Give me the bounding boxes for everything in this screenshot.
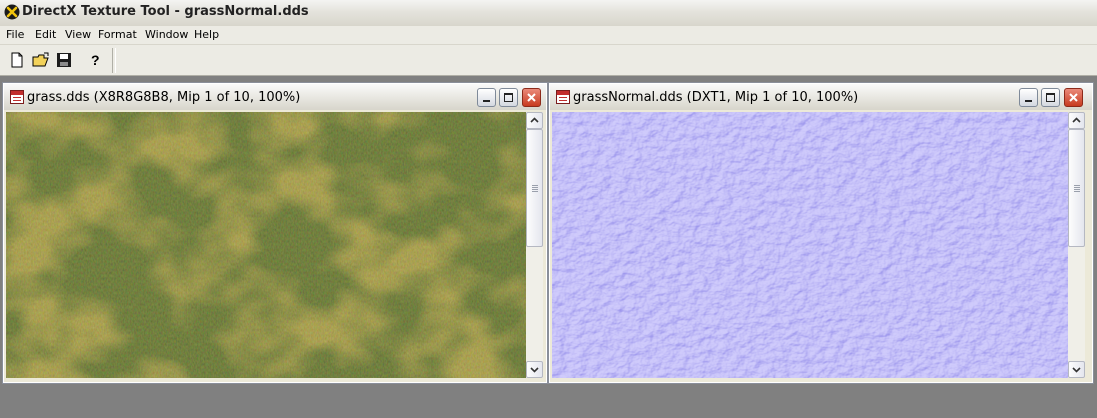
vertical-scrollbar[interactable] bbox=[1068, 112, 1085, 378]
close-icon bbox=[527, 93, 536, 102]
menu-help[interactable]: Help bbox=[194, 28, 219, 41]
grass-texture-image bbox=[6, 112, 526, 378]
maximize-button[interactable] bbox=[1041, 88, 1060, 107]
app-title-bar[interactable]: DirectX Texture Tool - grassNormal.dds bbox=[0, 0, 1097, 27]
new-icon[interactable] bbox=[8, 51, 26, 69]
document-title-bar[interactable]: grass.dds (X8R8G8B8, Mip 1 of 10, 100%) bbox=[4, 84, 546, 110]
svg-text:?: ? bbox=[91, 52, 100, 68]
scroll-up-button[interactable] bbox=[1068, 112, 1085, 129]
close-button[interactable] bbox=[522, 88, 541, 107]
scroll-up-button[interactable] bbox=[526, 112, 543, 129]
document-window-grass[interactable]: grass.dds (X8R8G8B8, Mip 1 of 10, 100%) bbox=[2, 82, 548, 384]
close-icon bbox=[1069, 93, 1078, 102]
menu-file[interactable]: File bbox=[6, 28, 24, 41]
directx-logo-icon bbox=[4, 4, 20, 20]
chevron-down-icon bbox=[1072, 367, 1081, 373]
chevron-down-icon bbox=[530, 367, 539, 373]
open-icon[interactable] bbox=[32, 51, 50, 69]
chevron-up-icon bbox=[1072, 117, 1081, 123]
normal-map-texture-image bbox=[552, 112, 1068, 378]
dds-file-icon bbox=[556, 90, 570, 104]
maximize-icon bbox=[1046, 93, 1055, 102]
close-button[interactable] bbox=[1064, 88, 1083, 107]
help-icon[interactable]: ? bbox=[86, 51, 104, 69]
scroll-thumb[interactable] bbox=[526, 129, 543, 247]
app-title: DirectX Texture Tool - grassNormal.dds bbox=[22, 4, 309, 19]
normal-map-texture-view[interactable] bbox=[552, 112, 1068, 378]
dds-file-icon bbox=[10, 90, 24, 104]
minimize-button[interactable] bbox=[477, 88, 496, 107]
vertical-scrollbar[interactable] bbox=[526, 112, 543, 378]
toolbar: ? bbox=[0, 45, 1097, 76]
grass-texture-view[interactable] bbox=[6, 112, 526, 378]
menu-format[interactable]: Format bbox=[98, 28, 137, 41]
maximize-button[interactable] bbox=[499, 88, 518, 107]
menu-view[interactable]: View bbox=[65, 28, 91, 41]
scroll-down-button[interactable] bbox=[1068, 361, 1085, 378]
menu-edit[interactable]: Edit bbox=[35, 28, 56, 41]
menu-window[interactable]: Window bbox=[145, 28, 188, 41]
document-title: grass.dds (X8R8G8B8, Mip 1 of 10, 100%) bbox=[27, 90, 301, 105]
minimize-icon bbox=[1025, 100, 1032, 102]
document-title-bar[interactable]: grassNormal.dds (DXT1, Mip 1 of 10, 100%… bbox=[550, 84, 1092, 110]
maximize-icon bbox=[504, 93, 513, 102]
toolbar-separator bbox=[112, 48, 116, 73]
menu-bar: File Edit View Format Window Help bbox=[0, 26, 1097, 45]
document-title: grassNormal.dds (DXT1, Mip 1 of 10, 100%… bbox=[573, 90, 859, 105]
scroll-thumb[interactable] bbox=[1068, 129, 1085, 247]
scroll-down-button[interactable] bbox=[526, 361, 543, 378]
document-window-grass-normal[interactable]: grassNormal.dds (DXT1, Mip 1 of 10, 100%… bbox=[548, 82, 1094, 384]
chevron-up-icon bbox=[530, 117, 539, 123]
save-icon[interactable] bbox=[55, 51, 73, 69]
minimize-button[interactable] bbox=[1019, 88, 1038, 107]
minimize-icon bbox=[483, 100, 490, 102]
